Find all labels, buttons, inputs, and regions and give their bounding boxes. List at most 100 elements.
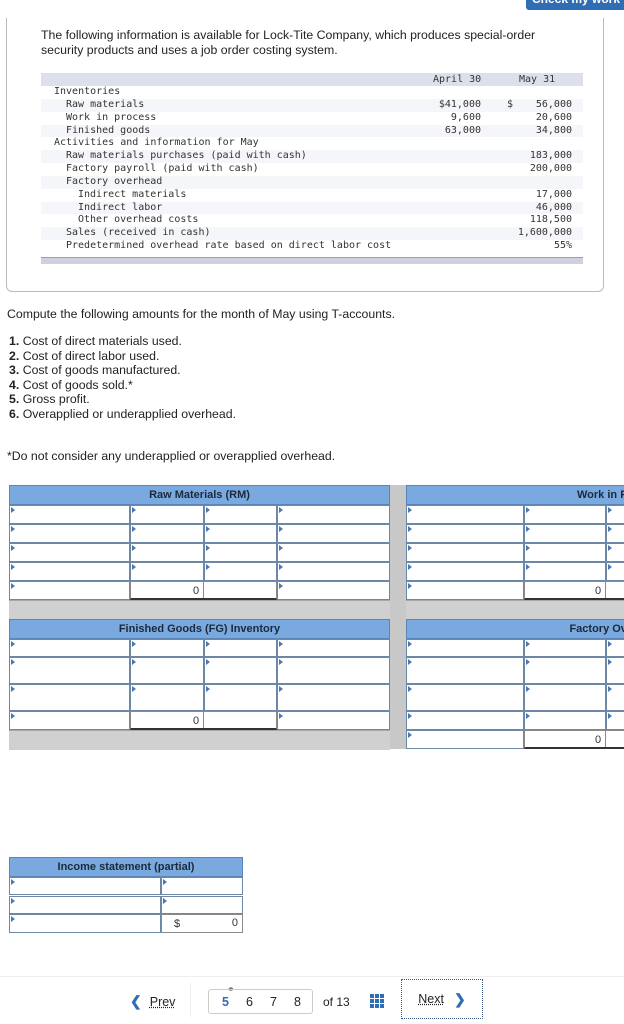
- april-value: $41,000: [438, 98, 481, 110]
- work_in_process-input[interactable]: [606, 524, 624, 543]
- table-row: Sales (received in cash) 1,600,000: [41, 227, 583, 241]
- april-value: 9,600: [450, 111, 481, 123]
- is-label-input-3[interactable]: [9, 914, 161, 933]
- row-label: Activities and information for May: [54, 137, 259, 149]
- raw_materials-input[interactable]: [130, 562, 204, 581]
- factory_overhead-input[interactable]: [606, 684, 624, 711]
- factory_overhead-input[interactable]: [406, 657, 524, 684]
- finished_goods-input[interactable]: [9, 711, 130, 730]
- factory_overhead-input[interactable]: [524, 711, 606, 730]
- work_in_process-input[interactable]: [524, 543, 606, 562]
- work_in_process-input[interactable]: [524, 524, 606, 543]
- factory_overhead-input[interactable]: [406, 684, 524, 711]
- next-button[interactable]: Next ❯: [401, 979, 483, 1019]
- work_in_process-input[interactable]: [606, 562, 624, 581]
- check-my-work-button[interactable]: Check my work: [526, 0, 624, 10]
- raw_materials-header: Raw Materials (RM): [9, 485, 390, 505]
- finished_goods-input[interactable]: [204, 657, 277, 684]
- table-row: Activities and information for May: [41, 137, 583, 150]
- raw_materials-footer-row: [9, 600, 390, 619]
- finished_goods-input[interactable]: [277, 639, 390, 657]
- work_in_process-input[interactable]: [406, 543, 524, 562]
- raw_materials-input[interactable]: [204, 562, 277, 581]
- finished_goods-input[interactable]: [204, 684, 277, 711]
- raw_materials-input[interactable]: [9, 505, 130, 524]
- raw_materials-input[interactable]: [9, 581, 130, 600]
- finished_goods-balance: 0: [130, 711, 277, 730]
- work_in_process-input[interactable]: [406, 562, 524, 581]
- page-5[interactable]: 5: [222, 995, 229, 1009]
- question-item: 5. Gross profit.: [9, 392, 90, 407]
- finished_goods-input[interactable]: [130, 684, 204, 711]
- grid-view-icon[interactable]: [370, 994, 384, 1008]
- may-value: 1,600,000: [517, 227, 572, 239]
- finished_goods-input[interactable]: [9, 684, 130, 711]
- page-8[interactable]: 8: [294, 995, 301, 1009]
- work_in_process-input[interactable]: [406, 505, 524, 524]
- is-total-value: 0: [231, 917, 238, 929]
- table-row: Raw materials $41,000 $56,000: [41, 98, 583, 112]
- raw_materials-input[interactable]: [9, 524, 130, 543]
- raw_materials-input[interactable]: [204, 543, 277, 562]
- finished_goods-input[interactable]: [130, 657, 204, 684]
- cell-divider: [605, 731, 606, 747]
- raw_materials-input[interactable]: [130, 524, 204, 543]
- finished_goods-input[interactable]: [9, 657, 130, 684]
- raw_materials-input[interactable]: [9, 562, 130, 581]
- is-amount-input-2[interactable]: [161, 896, 243, 914]
- raw_materials-input[interactable]: [277, 505, 390, 524]
- work_in_process-input[interactable]: [524, 562, 606, 581]
- raw_materials-input[interactable]: [277, 543, 390, 562]
- is-label-input-1[interactable]: [9, 877, 161, 895]
- chevron-left-icon: ❮: [130, 993, 142, 1009]
- raw_materials-input[interactable]: [9, 543, 130, 562]
- row-label: Sales (received in cash): [66, 227, 211, 239]
- pager-separator: [190, 983, 191, 1017]
- finished_goods-input[interactable]: [277, 657, 390, 684]
- raw_materials-input[interactable]: [277, 581, 390, 600]
- raw_materials-balance: 0: [130, 581, 277, 600]
- prev-button[interactable]: ❮ Prev: [130, 993, 175, 1010]
- finished_goods-input[interactable]: [130, 639, 204, 657]
- raw_materials-input[interactable]: [204, 524, 277, 543]
- is-amount-input-1[interactable]: [161, 877, 243, 895]
- cell-divider: [605, 582, 606, 598]
- table-row: Factory overhead: [41, 175, 583, 189]
- raw_materials-input[interactable]: [277, 562, 390, 581]
- raw_materials-input[interactable]: [130, 505, 204, 524]
- factory_overhead-input[interactable]: [606, 657, 624, 684]
- work_in_process-balance: 0: [524, 581, 624, 600]
- factory_overhead-input[interactable]: [406, 730, 524, 749]
- work_in_process-input[interactable]: [406, 581, 524, 600]
- factory_overhead-input[interactable]: [524, 684, 606, 711]
- factory_overhead-input[interactable]: [406, 711, 524, 730]
- work_in_process-input[interactable]: [406, 524, 524, 543]
- row-label: Other overhead costs: [78, 214, 199, 226]
- cell-divider: [203, 582, 204, 598]
- finished_goods-input[interactable]: [9, 639, 130, 657]
- work_in_process-input[interactable]: [606, 505, 624, 524]
- row-label: Finished goods: [66, 124, 151, 136]
- is-label-input-2[interactable]: [9, 896, 161, 914]
- page-selector: 5 6 7 8: [208, 989, 313, 1014]
- table-row: Finished goods 63,000 34,800: [41, 124, 583, 138]
- finished_goods-input[interactable]: [204, 639, 277, 657]
- work_in_process-input[interactable]: [524, 505, 606, 524]
- page-6[interactable]: 6: [246, 995, 253, 1009]
- work_in_process-input[interactable]: [606, 543, 624, 562]
- factory_overhead-input[interactable]: [606, 639, 624, 657]
- raw_materials-input[interactable]: [204, 505, 277, 524]
- raw_materials-input[interactable]: [277, 524, 390, 543]
- factory_overhead-input[interactable]: [524, 657, 606, 684]
- factory_overhead-input[interactable]: [406, 639, 524, 657]
- page-7[interactable]: 7: [270, 995, 277, 1009]
- raw_materials-input[interactable]: [130, 543, 204, 562]
- pager-divider: [0, 976, 624, 977]
- table-row: Indirect labor 46,000: [41, 201, 583, 215]
- finished_goods-input[interactable]: [277, 684, 390, 711]
- finished_goods-input[interactable]: [277, 711, 390, 730]
- factory_overhead-input[interactable]: [606, 711, 624, 730]
- factory_overhead-input[interactable]: [524, 639, 606, 657]
- row-label: Predetermined overhead rate based on dir…: [66, 240, 392, 252]
- factory_overhead-balance: 0: [524, 730, 624, 749]
